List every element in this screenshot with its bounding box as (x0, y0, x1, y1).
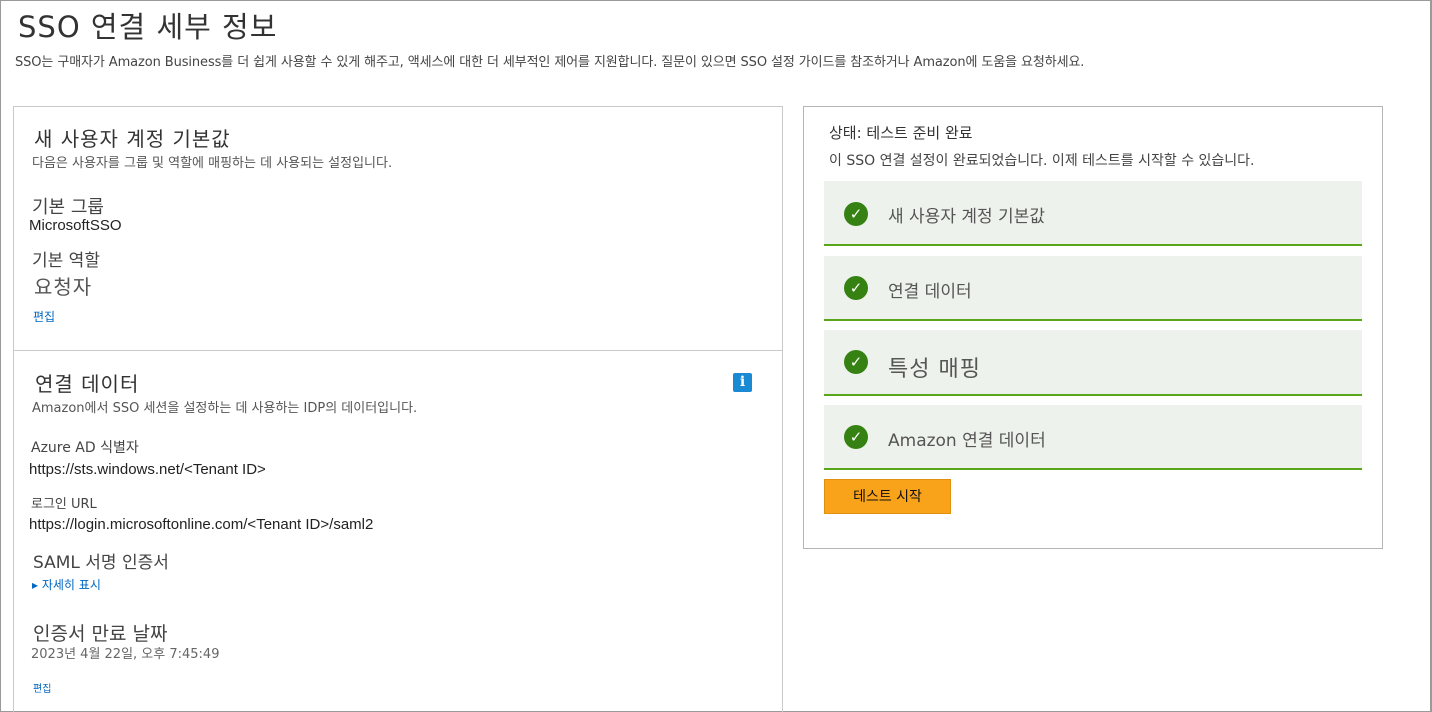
certificate-expiry-label: 인증서 만료 날짜 (33, 623, 168, 645)
step-label: 연결 데이터 (888, 282, 972, 302)
default-group-value: MicrosoftSSO (29, 217, 122, 234)
step-account-defaults[interactable]: ✓ 새 사용자 계정 기본값 (824, 181, 1362, 246)
account-defaults-description: 다음은 사용자를 그룹 및 역할에 매핑하는 데 사용되는 설정입니다. (32, 156, 393, 171)
login-url-value: https://login.microsoftonline.com/<Tenan… (29, 516, 374, 533)
login-url-label: 로그인 URL (31, 497, 97, 512)
default-group-label: 기본 그룹 (32, 197, 104, 218)
check-circle-icon: ✓ (844, 276, 868, 300)
connection-data-description: Amazon에서 SSO 세션을 설정하는 데 사용하는 IDP의 데이터입니다… (32, 401, 418, 416)
default-role-value: 요청자 (34, 275, 93, 299)
step-amazon-connection-data[interactable]: ✓ Amazon 연결 데이터 (824, 405, 1362, 470)
page-description: SSO는 구매자가 Amazon Business를 더 쉽게 사용할 수 있게… (15, 55, 1085, 70)
connection-data-title: 연결 데이터 (35, 372, 140, 396)
status-panel: 상태: 테스트 준비 완료 이 SSO 연결 설정이 완료되었습니다. 이제 테… (803, 106, 1383, 549)
section-divider (14, 350, 782, 351)
check-circle-icon: ✓ (844, 425, 868, 449)
start-test-button[interactable]: 테스트 시작 (824, 479, 951, 514)
show-details-link[interactable]: ▸ 자세히 표시 (32, 576, 101, 593)
status-title: 상태: 테스트 준비 완료 (829, 124, 973, 142)
azure-ad-identifier-value: https://sts.windows.net/<Tenant ID> (29, 461, 266, 478)
account-defaults-title: 새 사용자 계정 기본값 (34, 127, 231, 151)
step-label: Amazon 연결 데이터 (888, 431, 1046, 451)
account-defaults-edit-link[interactable]: 편집 (33, 308, 55, 325)
connection-data-edit-link[interactable]: 편집 (33, 680, 51, 695)
page-title: SSO 연결 세부 정보 (18, 10, 278, 44)
saml-certificate-label: SAML 서명 인증서 (33, 553, 169, 573)
step-connection-data[interactable]: ✓ 연결 데이터 (824, 256, 1362, 321)
check-circle-icon: ✓ (844, 202, 868, 226)
info-icon[interactable]: i (733, 373, 752, 392)
step-label: 새 사용자 계정 기본값 (888, 207, 1045, 227)
default-role-label: 기본 역할 (32, 251, 100, 271)
status-description: 이 SSO 연결 설정이 완료되었습니다. 이제 테스트를 시작할 수 있습니다… (829, 153, 1255, 169)
certificate-expiry-value: 2023년 4월 22일, 오후 7:45:49 (31, 647, 220, 662)
details-panel: 새 사용자 계정 기본값 다음은 사용자를 그룹 및 역할에 매핑하는 데 사용… (13, 106, 783, 712)
check-circle-icon: ✓ (844, 350, 868, 374)
step-label: 특성 매핑 (888, 357, 981, 382)
azure-ad-identifier-label: Azure AD 식별자 (31, 440, 139, 456)
step-attribute-mapping[interactable]: ✓ 특성 매핑 (824, 330, 1362, 396)
